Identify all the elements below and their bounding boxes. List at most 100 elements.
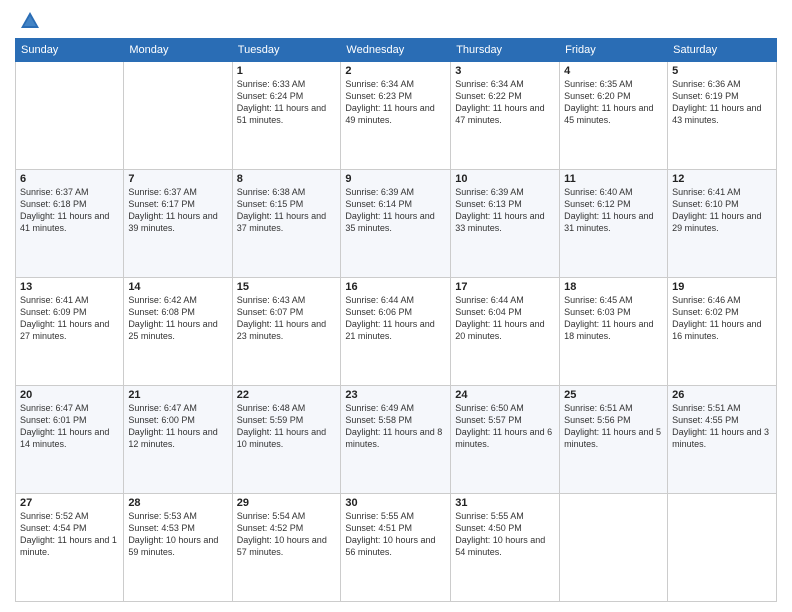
col-header-monday: Monday — [124, 39, 232, 62]
day-info: Sunrise: 6:37 AM Sunset: 6:18 PM Dayligh… — [20, 186, 119, 235]
day-number: 20 — [20, 389, 119, 401]
day-info: Sunrise: 6:45 AM Sunset: 6:03 PM Dayligh… — [564, 294, 663, 343]
day-info: Sunrise: 6:39 AM Sunset: 6:14 PM Dayligh… — [345, 186, 446, 235]
day-info: Sunrise: 5:55 AM Sunset: 4:51 PM Dayligh… — [345, 510, 446, 559]
day-number: 23 — [345, 389, 446, 401]
day-number: 16 — [345, 281, 446, 293]
calendar-cell: 9Sunrise: 6:39 AM Sunset: 6:14 PM Daylig… — [341, 170, 451, 278]
day-number: 26 — [672, 389, 772, 401]
day-number: 6 — [20, 173, 119, 185]
day-number: 3 — [455, 65, 555, 77]
col-header-tuesday: Tuesday — [232, 39, 341, 62]
day-number: 7 — [128, 173, 227, 185]
day-number: 10 — [455, 173, 555, 185]
day-number: 5 — [672, 65, 772, 77]
calendar-cell: 11Sunrise: 6:40 AM Sunset: 6:12 PM Dayli… — [560, 170, 668, 278]
day-info: Sunrise: 6:37 AM Sunset: 6:17 PM Dayligh… — [128, 186, 227, 235]
day-info: Sunrise: 6:39 AM Sunset: 6:13 PM Dayligh… — [455, 186, 555, 235]
day-info: Sunrise: 6:33 AM Sunset: 6:24 PM Dayligh… — [237, 78, 337, 127]
day-info: Sunrise: 5:51 AM Sunset: 4:55 PM Dayligh… — [672, 402, 772, 451]
day-number: 13 — [20, 281, 119, 293]
day-info: Sunrise: 5:53 AM Sunset: 4:53 PM Dayligh… — [128, 510, 227, 559]
day-info: Sunrise: 6:34 AM Sunset: 6:23 PM Dayligh… — [345, 78, 446, 127]
day-number: 24 — [455, 389, 555, 401]
day-number: 11 — [564, 173, 663, 185]
calendar-cell: 12Sunrise: 6:41 AM Sunset: 6:10 PM Dayli… — [668, 170, 777, 278]
day-info: Sunrise: 6:44 AM Sunset: 6:06 PM Dayligh… — [345, 294, 446, 343]
day-info: Sunrise: 6:42 AM Sunset: 6:08 PM Dayligh… — [128, 294, 227, 343]
calendar-cell: 4Sunrise: 6:35 AM Sunset: 6:20 PM Daylig… — [560, 62, 668, 170]
calendar-cell: 14Sunrise: 6:42 AM Sunset: 6:08 PM Dayli… — [124, 278, 232, 386]
day-info: Sunrise: 6:50 AM Sunset: 5:57 PM Dayligh… — [455, 402, 555, 451]
page: SundayMondayTuesdayWednesdayThursdayFrid… — [0, 0, 792, 612]
calendar-cell: 8Sunrise: 6:38 AM Sunset: 6:15 PM Daylig… — [232, 170, 341, 278]
calendar-cell: 18Sunrise: 6:45 AM Sunset: 6:03 PM Dayli… — [560, 278, 668, 386]
calendar-cell: 16Sunrise: 6:44 AM Sunset: 6:06 PM Dayli… — [341, 278, 451, 386]
day-info: Sunrise: 6:43 AM Sunset: 6:07 PM Dayligh… — [237, 294, 337, 343]
calendar-cell: 26Sunrise: 5:51 AM Sunset: 4:55 PM Dayli… — [668, 386, 777, 494]
calendar-cell: 10Sunrise: 6:39 AM Sunset: 6:13 PM Dayli… — [451, 170, 560, 278]
calendar-cell: 13Sunrise: 6:41 AM Sunset: 6:09 PM Dayli… — [16, 278, 124, 386]
calendar-cell: 2Sunrise: 6:34 AM Sunset: 6:23 PM Daylig… — [341, 62, 451, 170]
day-number: 25 — [564, 389, 663, 401]
logo — [15, 10, 41, 32]
calendar-cell: 27Sunrise: 5:52 AM Sunset: 4:54 PM Dayli… — [16, 494, 124, 602]
calendar-cell: 24Sunrise: 6:50 AM Sunset: 5:57 PM Dayli… — [451, 386, 560, 494]
calendar-table: SundayMondayTuesdayWednesdayThursdayFrid… — [15, 38, 777, 602]
calendar-cell: 22Sunrise: 6:48 AM Sunset: 5:59 PM Dayli… — [232, 386, 341, 494]
calendar-cell: 20Sunrise: 6:47 AM Sunset: 6:01 PM Dayli… — [16, 386, 124, 494]
day-info: Sunrise: 6:36 AM Sunset: 6:19 PM Dayligh… — [672, 78, 772, 127]
calendar-cell — [668, 494, 777, 602]
day-number: 14 — [128, 281, 227, 293]
calendar-cell — [124, 62, 232, 170]
day-number: 30 — [345, 497, 446, 509]
col-header-thursday: Thursday — [451, 39, 560, 62]
calendar-cell: 23Sunrise: 6:49 AM Sunset: 5:58 PM Dayli… — [341, 386, 451, 494]
day-number: 15 — [237, 281, 337, 293]
calendar-cell: 25Sunrise: 6:51 AM Sunset: 5:56 PM Dayli… — [560, 386, 668, 494]
day-number: 29 — [237, 497, 337, 509]
calendar-cell: 1Sunrise: 6:33 AM Sunset: 6:24 PM Daylig… — [232, 62, 341, 170]
day-number: 4 — [564, 65, 663, 77]
day-info: Sunrise: 6:34 AM Sunset: 6:22 PM Dayligh… — [455, 78, 555, 127]
day-info: Sunrise: 6:35 AM Sunset: 6:20 PM Dayligh… — [564, 78, 663, 127]
col-header-sunday: Sunday — [16, 39, 124, 62]
day-number: 22 — [237, 389, 337, 401]
day-info: Sunrise: 6:51 AM Sunset: 5:56 PM Dayligh… — [564, 402, 663, 451]
day-info: Sunrise: 6:47 AM Sunset: 6:01 PM Dayligh… — [20, 402, 119, 451]
day-info: Sunrise: 5:55 AM Sunset: 4:50 PM Dayligh… — [455, 510, 555, 559]
calendar-cell: 31Sunrise: 5:55 AM Sunset: 4:50 PM Dayli… — [451, 494, 560, 602]
day-info: Sunrise: 6:48 AM Sunset: 5:59 PM Dayligh… — [237, 402, 337, 451]
calendar-cell: 28Sunrise: 5:53 AM Sunset: 4:53 PM Dayli… — [124, 494, 232, 602]
calendar-cell: 6Sunrise: 6:37 AM Sunset: 6:18 PM Daylig… — [16, 170, 124, 278]
day-info: Sunrise: 6:38 AM Sunset: 6:15 PM Dayligh… — [237, 186, 337, 235]
calendar-cell: 30Sunrise: 5:55 AM Sunset: 4:51 PM Dayli… — [341, 494, 451, 602]
day-info: Sunrise: 6:47 AM Sunset: 6:00 PM Dayligh… — [128, 402, 227, 451]
day-info: Sunrise: 6:41 AM Sunset: 6:09 PM Dayligh… — [20, 294, 119, 343]
day-number: 27 — [20, 497, 119, 509]
day-number: 2 — [345, 65, 446, 77]
day-number: 17 — [455, 281, 555, 293]
calendar-cell — [16, 62, 124, 170]
calendar-cell: 21Sunrise: 6:47 AM Sunset: 6:00 PM Dayli… — [124, 386, 232, 494]
header — [15, 10, 777, 32]
day-info: Sunrise: 6:49 AM Sunset: 5:58 PM Dayligh… — [345, 402, 446, 451]
day-number: 9 — [345, 173, 446, 185]
calendar-cell: 5Sunrise: 6:36 AM Sunset: 6:19 PM Daylig… — [668, 62, 777, 170]
calendar-cell: 29Sunrise: 5:54 AM Sunset: 4:52 PM Dayli… — [232, 494, 341, 602]
day-number: 12 — [672, 173, 772, 185]
day-number: 1 — [237, 65, 337, 77]
day-number: 19 — [672, 281, 772, 293]
calendar-cell: 3Sunrise: 6:34 AM Sunset: 6:22 PM Daylig… — [451, 62, 560, 170]
day-info: Sunrise: 6:41 AM Sunset: 6:10 PM Dayligh… — [672, 186, 772, 235]
logo-icon — [19, 10, 41, 32]
col-header-friday: Friday — [560, 39, 668, 62]
calendar-cell: 17Sunrise: 6:44 AM Sunset: 6:04 PM Dayli… — [451, 278, 560, 386]
day-info: Sunrise: 5:52 AM Sunset: 4:54 PM Dayligh… — [20, 510, 119, 559]
day-info: Sunrise: 6:46 AM Sunset: 6:02 PM Dayligh… — [672, 294, 772, 343]
day-number: 8 — [237, 173, 337, 185]
day-info: Sunrise: 6:40 AM Sunset: 6:12 PM Dayligh… — [564, 186, 663, 235]
day-number: 31 — [455, 497, 555, 509]
day-info: Sunrise: 5:54 AM Sunset: 4:52 PM Dayligh… — [237, 510, 337, 559]
day-number: 18 — [564, 281, 663, 293]
